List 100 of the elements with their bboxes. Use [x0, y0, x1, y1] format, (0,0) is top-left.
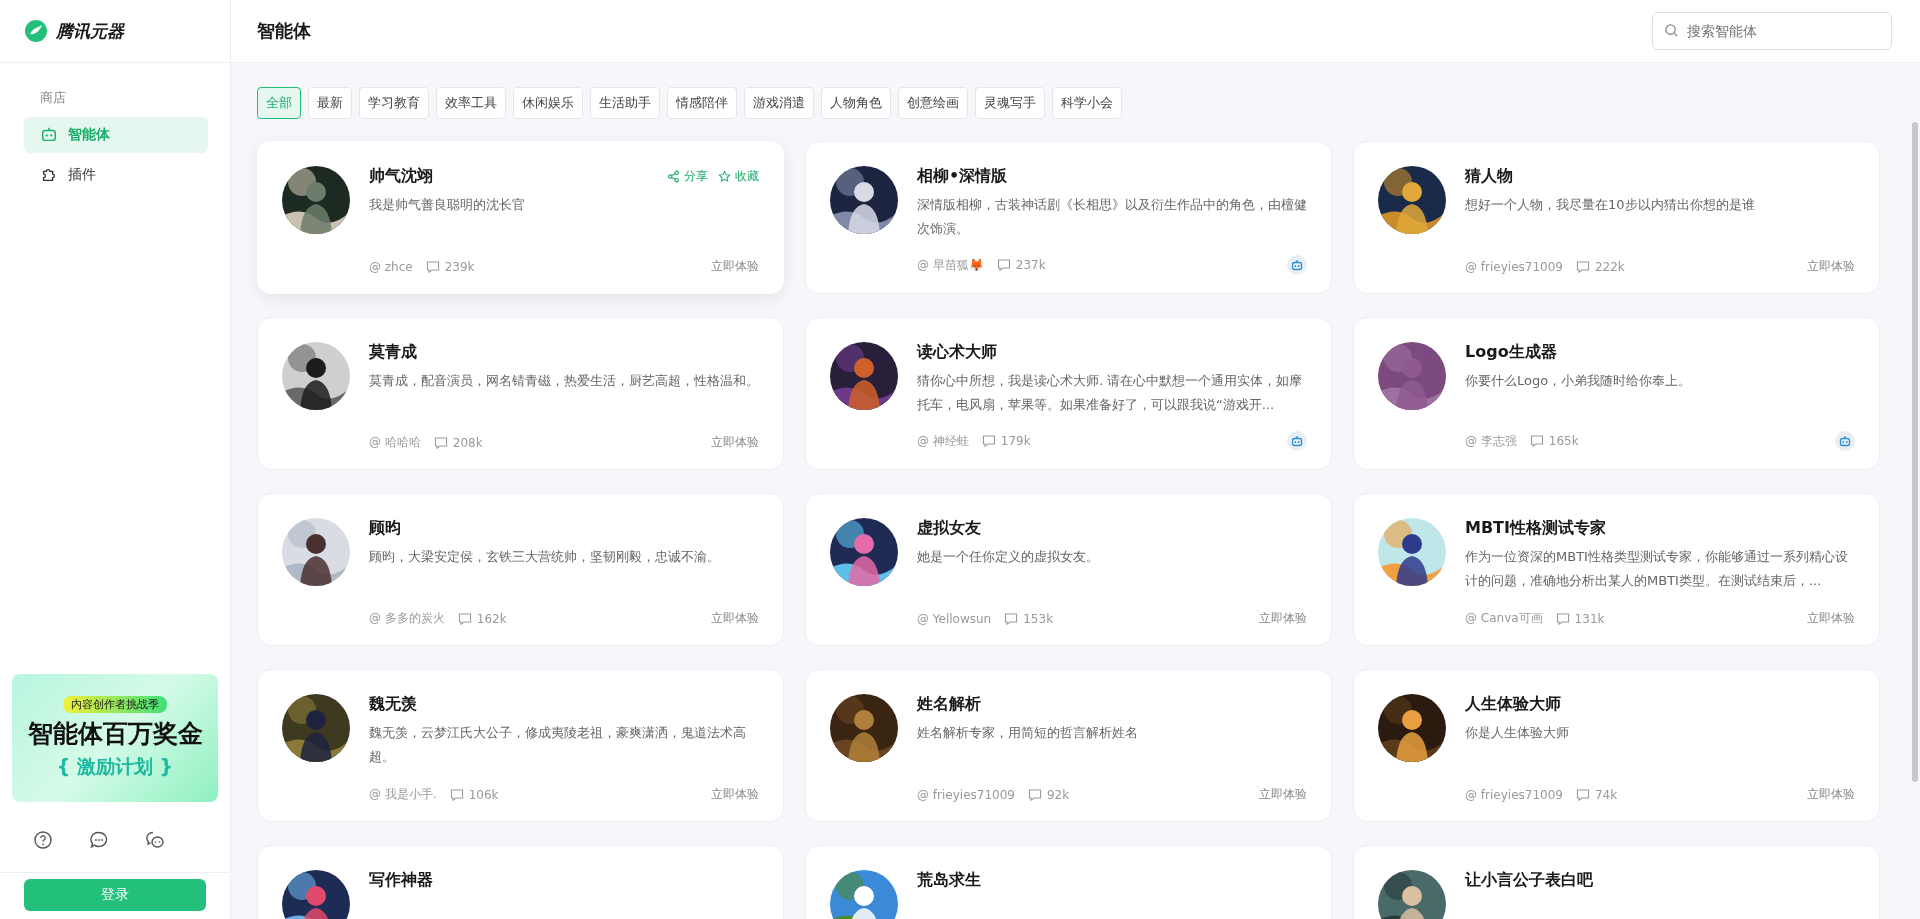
- agent-title: 姓名解析: [917, 694, 982, 715]
- category-tab[interactable]: 最新: [308, 87, 352, 119]
- agent-card[interactable]: 姓名解析 姓名解析专家，用简短的哲言解析姓名 @ frieyies71009 92k 立即体验: [805, 669, 1332, 822]
- try-now-link[interactable]: 立即体验: [1807, 610, 1855, 627]
- comment-icon: [1529, 434, 1544, 448]
- author-name: @ frieyies71009: [917, 787, 1015, 802]
- comment-icon: [425, 259, 440, 274]
- agent-description: 深情版相柳，古装神话剧《长相思》以及衍生作品中的角色，由檀健次饰演。: [917, 196, 1307, 238]
- usage-count: 92k: [1046, 787, 1070, 802]
- comment-icon: [1555, 611, 1570, 626]
- agent-card[interactable]: 魏无羡 魏无羡，云梦江氏大公子，修成夷陵老祖，豪爽潇洒，鬼道法术高超。 @ 我是小手. 106k 立即体验: [257, 669, 784, 822]
- comment-icon: [457, 611, 472, 626]
- comment-icon: [433, 435, 448, 450]
- author-name: @ Yellowsun: [917, 611, 992, 626]
- try-now-link[interactable]: 立即体验: [711, 610, 759, 627]
- usage-count: 222k: [1594, 259, 1625, 274]
- comment-icon: [1575, 259, 1590, 274]
- agent-title: 顾昀: [369, 518, 402, 539]
- agent-card[interactable]: 荒岛求生: [805, 845, 1332, 919]
- author-name: @ 李志强: [1465, 432, 1517, 450]
- agent-title: 荒岛求生: [917, 870, 982, 891]
- help-icon[interactable]: [33, 830, 53, 850]
- agent-title: 人生体验大师: [1465, 694, 1562, 715]
- agent-card[interactable]: 帅气沈翊 分享 收藏 我是帅气善良聪明的沈长官 @ zhce 239k 立即体验: [257, 141, 784, 294]
- usage-count: 74k: [1594, 787, 1618, 802]
- star-icon: [718, 170, 731, 183]
- sidebar-item[interactable]: 插件: [24, 157, 208, 193]
- author-name: @ zhce: [369, 259, 413, 274]
- robot-icon[interactable]: [1287, 255, 1307, 275]
- category-tab[interactable]: 学习教育: [359, 87, 429, 119]
- logo-icon: [24, 19, 48, 43]
- agent-title: 让小言公子表白吧: [1465, 870, 1594, 891]
- category-tab[interactable]: 灵魂写手: [975, 87, 1045, 119]
- agent-title: 猜人物: [1465, 166, 1514, 187]
- wechat-icon[interactable]: [145, 830, 165, 850]
- author-name: @ frieyies71009: [1465, 787, 1563, 802]
- usage-count: 237k: [1015, 258, 1046, 272]
- agent-card[interactable]: 莫青成 莫青成，配音演员，网名锖青磁，热爱生活，厨艺高超，性格温和。 @ 哈哈哈 208k 立即体验: [257, 317, 784, 470]
- comment-icon: [1575, 787, 1590, 802]
- try-now-link[interactable]: 立即体验: [711, 434, 759, 451]
- robot-icon[interactable]: [1835, 431, 1855, 451]
- search-field[interactable]: 搜索智能体: [1652, 12, 1892, 50]
- agent-title: 虚拟女友: [917, 518, 982, 539]
- category-tab[interactable]: 效率工具: [436, 87, 506, 119]
- agent-card[interactable]: 相柳•深情版 深情版相柳，古装神话剧《长相思》以及衍生作品中的角色，由檀健次饰演。 @ 早苗狐🦊 237k: [805, 141, 1332, 294]
- category-tab[interactable]: 创意绘画: [898, 87, 968, 119]
- agent-description: 姓名解析专家，用简短的哲言解析姓名: [917, 724, 1139, 742]
- try-now-link[interactable]: 立即体验: [1807, 786, 1855, 803]
- comment-icon: [1027, 787, 1042, 802]
- try-now-link[interactable]: 立即体验: [1807, 258, 1855, 275]
- agent-description: 莫青成，配音演员，网名锖青磁，热爱生活，厨艺高超，性格温和。: [369, 372, 759, 390]
- try-now-link[interactable]: 立即体验: [711, 786, 759, 803]
- agent-card[interactable]: 猜人物 想好一个人物，我尽量在10步以内猜出你想的是谁 @ frieyies71009 222k 立即体验: [1353, 141, 1880, 294]
- puzzle-icon: [40, 166, 58, 184]
- robot-icon[interactable]: [1287, 431, 1307, 451]
- comment-icon: [981, 434, 996, 448]
- agent-title: 相柳•深情版: [917, 166, 1009, 187]
- agent-title: 魏无羡: [369, 694, 418, 715]
- author-name: @ frieyies71009: [1465, 259, 1563, 274]
- usage-count: 165k: [1548, 434, 1579, 448]
- page-title: 智能体: [257, 19, 311, 43]
- author-name: @ 神经蛙: [917, 432, 969, 450]
- agent-description: 你要什么Logo，小弟我随时给你奉上。: [1465, 372, 1693, 390]
- chat-icon[interactable]: [89, 830, 109, 850]
- category-tab[interactable]: 科学小会: [1052, 87, 1122, 119]
- usage-count: 179k: [1000, 434, 1031, 448]
- agent-card[interactable]: Logo生成器 你要什么Logo，小弟我随时给你奉上。 @ 李志强 165k: [1353, 317, 1880, 470]
- agent-description: 魏无羡，云梦江氏大公子，修成夷陵老祖，豪爽潇洒，鬼道法术高超。: [369, 724, 747, 766]
- agent-card[interactable]: 读心术大师 猜你心中所想，我是读心术大师. 请在心中默想一个通用实体，如摩托车，电风扇，苹果等。如果准备好了，可以跟我说“游戏开... @ 神经蛙 179k: [805, 317, 1332, 470]
- agent-title: 读心术大师: [917, 342, 998, 363]
- category-tab[interactable]: 人物角色: [821, 87, 891, 119]
- brand-name: 腾讯元器: [56, 19, 124, 43]
- try-now-link[interactable]: 立即体验: [1259, 610, 1307, 627]
- usage-count: 153k: [1023, 611, 1054, 626]
- agent-description: 作为一位资深的MBTI性格类型测试专家，你能够通过一系列精心设计的问题，准确地分析出某人的MBTI类型。在测试结束后，...: [1465, 548, 1849, 590]
- agent-description: 她是一个任你定义的虚拟女友。: [917, 548, 1100, 566]
- agent-card[interactable]: 写作神器: [257, 845, 784, 919]
- banner-title: 智能体百万奖金: [27, 718, 203, 750]
- agent-title: 写作神器: [369, 870, 434, 891]
- usage-count: 131k: [1574, 611, 1605, 626]
- usage-count: 106k: [468, 787, 499, 802]
- agent-title: MBTI性格测试专家: [1465, 518, 1607, 539]
- banner-tag: 内容创作者挑战季: [63, 696, 167, 713]
- try-now-link[interactable]: 立即体验: [1259, 786, 1307, 803]
- agent-card[interactable]: 让小言公子表白吧: [1353, 845, 1880, 919]
- agent-card[interactable]: 人生体验大师 你是人生体验大师 @ frieyies71009 74k 立即体验: [1353, 669, 1880, 822]
- category-tab[interactable]: 情感陪伴: [667, 87, 737, 119]
- category-tab[interactable]: 游戏消遣: [744, 87, 814, 119]
- agent-card[interactable]: 虚拟女友 她是一个任你定义的虚拟女友。 @ Yellowsun 153k 立即体验: [805, 493, 1332, 646]
- author-name: @ 哈哈哈: [369, 434, 421, 451]
- promo-banner[interactable]: 内容创作者挑战季 智能体百万奖金 { 激励计划 }: [12, 674, 218, 802]
- comment-icon: [996, 258, 1011, 272]
- try-now-link[interactable]: 立即体验: [711, 258, 759, 275]
- category-tab[interactable]: 休闲娱乐: [513, 87, 583, 119]
- agent-description: 想好一个人物，我尽量在10步以内猜出你想的是谁: [1465, 196, 1756, 214]
- category-tab[interactable]: 生活助手: [590, 87, 660, 119]
- agent-description: 我是帅气善良聪明的沈长官: [369, 196, 526, 214]
- agent-card[interactable]: 顾昀 顾昀，大梁安定侯，玄铁三大营统帅，坚韧刚毅，忠诚不渝。 @ 多多的炭火 162k 立即体验: [257, 493, 784, 646]
- agent-card[interactable]: MBTI性格测试专家 作为一位资深的MBTI性格类型测试专家，你能够通过一系列精心设计的问题，准确地分析出某人的MBTI类型。在测试结束后，... @ Canva可画 131k 立即体验: [1353, 493, 1880, 646]
- usage-count: 162k: [476, 611, 507, 626]
